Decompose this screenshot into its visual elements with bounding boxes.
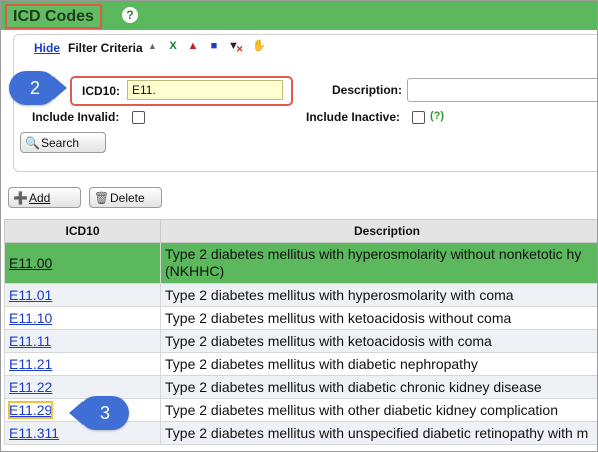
table-row[interactable]: E11.01 Type 2 diabetes mellitus with hyp… xyxy=(4,283,597,307)
include-invalid-label: Include Invalid: xyxy=(32,110,120,124)
callout-pointer xyxy=(69,401,83,425)
column-header-description[interactable]: Description xyxy=(160,219,597,243)
description-input[interactable] xyxy=(407,78,597,102)
title-bar: ICD Codes ? xyxy=(1,1,597,30)
add-icon: ➕ xyxy=(13,191,28,205)
add-button-label: Add xyxy=(29,191,51,205)
description-cell: Type 2 diabetes mellitus with hyperosmol… xyxy=(160,242,597,284)
trash-icon: 🗑 xyxy=(94,191,110,205)
description-text: Type 2 diabetes mellitus with hyperosmol… xyxy=(165,246,582,262)
filter-panel: Hide Filter Criteria ▲ X ▲ ■ ▼✕ ✋ ICD10:… xyxy=(13,34,597,172)
collapse-caret-icon[interactable]: ▲ xyxy=(148,41,157,51)
icd10-link[interactable]: E11.00 xyxy=(9,255,52,271)
search-button[interactable]: 🔍Search xyxy=(20,132,106,153)
description-cell: Type 2 diabetes mellitus with diabetic c… xyxy=(160,375,597,399)
icd10-cell: E11.01 xyxy=(4,283,161,307)
description-cell: Type 2 diabetes mellitus with hyperosmol… xyxy=(160,283,597,307)
icd10-cell: E11.11 xyxy=(4,329,161,353)
table-row[interactable]: E11.00 Type 2 diabetes mellitus with hyp… xyxy=(4,242,597,284)
description-text-line2: (NKHHC) xyxy=(165,263,225,279)
step-3-callout: 3 xyxy=(69,396,129,430)
include-inactive-label: Include Inactive: xyxy=(306,110,401,124)
table-row[interactable]: E11.11 Type 2 diabetes mellitus with ket… xyxy=(4,329,597,353)
icd10-cell: E11.21 xyxy=(4,352,161,376)
step-3-number: 3 xyxy=(100,403,111,423)
icd10-cell: E11.10 xyxy=(4,306,161,330)
table-row[interactable]: E11.21 Type 2 diabetes mellitus with dia… xyxy=(4,352,597,376)
icd10-link[interactable]: E11.311 xyxy=(9,425,59,441)
delete-button[interactable]: 🗑Delete xyxy=(89,187,162,208)
description-cell: Type 2 diabetes mellitus with diabetic n… xyxy=(160,352,597,376)
icd10-cell: E11.00 xyxy=(4,242,161,284)
include-invalid-checkbox[interactable] xyxy=(132,111,145,124)
icd10-label: ICD10: xyxy=(82,84,121,98)
include-inactive-checkbox[interactable] xyxy=(412,111,425,124)
hide-filter-link[interactable]: Hide xyxy=(34,41,60,55)
inactive-help-link[interactable]: (?) xyxy=(430,110,444,122)
icd10-cell: E11.22 xyxy=(4,375,161,399)
icd10-link[interactable]: E11.21 xyxy=(9,356,52,372)
icd10-filter-highlight: ICD10: E11. xyxy=(70,76,293,106)
icd10-link[interactable]: E11.11 xyxy=(9,333,51,349)
description-cell: Type 2 diabetes mellitus with ketoacidos… xyxy=(160,329,597,353)
filter-criteria-label: Filter Criteria xyxy=(68,41,143,55)
search-button-label: Search xyxy=(41,136,80,150)
clear-filter-icon[interactable]: ▼✕ xyxy=(228,39,243,54)
help-icon[interactable]: ? xyxy=(122,7,138,23)
icd10-link[interactable]: E11.10 xyxy=(9,310,52,326)
step-2-callout: 2 xyxy=(9,71,67,105)
icd10-link[interactable]: E11.01 xyxy=(9,287,52,303)
icd10-link[interactable]: E11.22 xyxy=(9,379,52,395)
icd-codes-window: ICD Codes ? Hide Filter Criteria ▲ X ▲ ■… xyxy=(0,0,598,452)
column-header-icd10[interactable]: ICD10 xyxy=(4,219,161,243)
page-title: ICD Codes xyxy=(5,4,102,29)
description-label: Description: xyxy=(332,83,403,97)
save-icon[interactable]: ■ xyxy=(207,39,221,54)
step-2-number: 2 xyxy=(30,78,41,98)
add-button[interactable]: ➕Add xyxy=(8,187,81,208)
magnifier-icon: 🔍 xyxy=(25,136,40,150)
pdf-icon[interactable]: ▲ xyxy=(186,39,200,54)
hand-icon[interactable]: ✋ xyxy=(252,39,266,54)
table-row[interactable]: E11.10 Type 2 diabetes mellitus with ket… xyxy=(4,306,597,330)
description-cell: Type 2 diabetes mellitus with ketoacidos… xyxy=(160,306,597,330)
description-cell: Type 2 diabetes mellitus with other diab… xyxy=(160,398,597,422)
callout-pointer xyxy=(53,76,67,100)
excel-icon[interactable]: X xyxy=(166,39,180,54)
description-cell: Type 2 diabetes mellitus with unspecifie… xyxy=(160,421,597,445)
icd10-input[interactable]: E11. xyxy=(127,80,283,100)
icd10-link[interactable]: E11.29 xyxy=(7,401,54,419)
delete-button-label: Delete xyxy=(110,191,145,205)
table-row[interactable]: E11.22 Type 2 diabetes mellitus with dia… xyxy=(4,375,597,399)
